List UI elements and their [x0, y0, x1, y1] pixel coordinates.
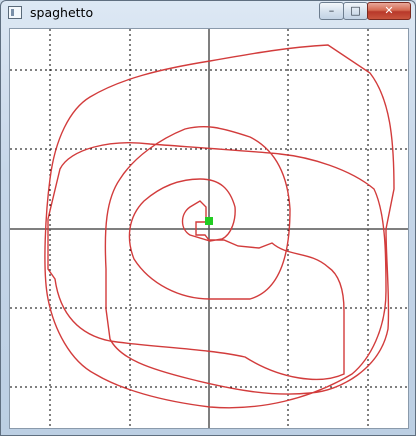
spaghetto-curve [44, 44, 395, 409]
center-axes [10, 29, 408, 428]
minimize-button[interactable]: – [319, 2, 344, 20]
close-button[interactable]: ✕ [367, 2, 411, 20]
window-title: spaghetto [30, 5, 94, 20]
title-bar[interactable]: spaghetto – □ ✕ [1, 1, 415, 25]
app-window-icon[interactable] [8, 6, 22, 19]
app-window: spaghetto – □ ✕ [0, 0, 416, 436]
plot-canvas [10, 29, 408, 428]
origin-marker [205, 217, 213, 225]
maximize-button[interactable]: □ [343, 2, 368, 20]
plot-area [9, 28, 409, 429]
